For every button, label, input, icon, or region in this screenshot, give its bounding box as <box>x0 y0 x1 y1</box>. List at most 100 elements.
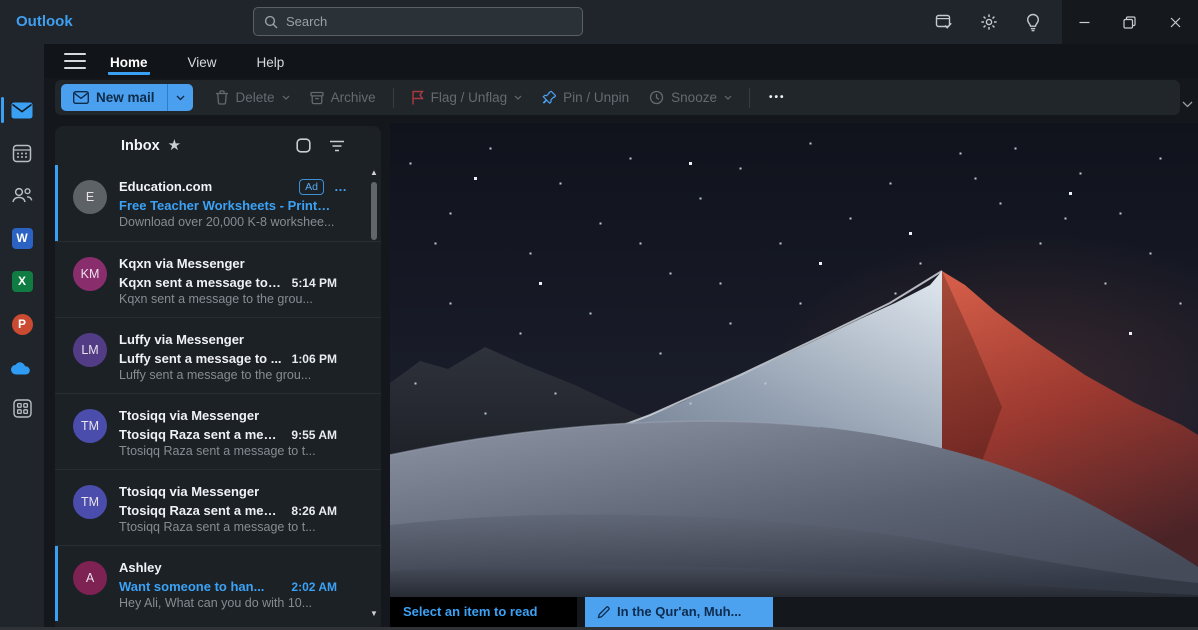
list-scrollbar[interactable]: ▲ ▼ <box>369 168 379 619</box>
mail-list-header: Inbox <box>55 126 381 165</box>
rail-item-mail[interactable] <box>0 92 44 128</box>
unread-indicator <box>55 546 58 621</box>
app-title[interactable]: Outlook <box>16 0 73 44</box>
archive-icon <box>310 91 324 105</box>
subject: Want someone to han... <box>119 579 264 594</box>
favorite-star-icon[interactable] <box>168 138 181 153</box>
reading-pane <box>390 123 1198 597</box>
minimized-draft-tab[interactable]: In the Qur'an, Muh... <box>585 597 773 627</box>
flag-label: Flag / Unflag <box>431 90 508 105</box>
rail-item-more-apps[interactable] <box>0 390 44 426</box>
minimize-button[interactable] <box>1062 0 1107 44</box>
folder-title: Inbox <box>121 138 160 154</box>
preview-text: Hey Ali, What can you do with 10... <box>119 596 371 615</box>
timestamp: 5:14 PM <box>282 276 337 290</box>
flag-button[interactable]: Flag / Unflag <box>403 84 531 111</box>
chevron-down-icon <box>176 95 185 101</box>
pin-icon <box>542 90 556 105</box>
minimize-icon <box>1079 17 1090 28</box>
menu-bar: Home View Help <box>44 44 1198 78</box>
tab-help[interactable]: Help <box>255 48 287 75</box>
subject: Ttosiqq Raza sent a mes... <box>119 503 281 518</box>
mail-list-panel: Inbox E Education.com Ad … Fr <box>55 126 381 627</box>
mail-item-ashley[interactable]: A Ashley Want someone to han... 2:02 AM … <box>55 545 381 621</box>
onedrive-icon <box>10 360 34 375</box>
avatar: A <box>73 561 107 595</box>
tab-home[interactable]: Home <box>108 48 150 75</box>
app-rail: W X P <box>0 44 44 630</box>
avatar: TM <box>73 409 107 443</box>
sender-name: Ashley <box>119 560 162 575</box>
collapse-ribbon-button[interactable] <box>1179 96 1195 112</box>
avatar: KM <box>73 257 107 291</box>
restore-button[interactable] <box>1107 0 1152 44</box>
flag-icon <box>411 90 424 105</box>
rail-item-onedrive[interactable] <box>0 349 44 385</box>
sender-name: Kqxn via Messenger <box>119 256 245 271</box>
search-placeholder: Search <box>286 14 327 29</box>
timestamp: 2:02 AM <box>281 580 337 594</box>
chevron-down-icon <box>282 95 290 100</box>
mail-item-luffy[interactable]: LM Luffy via Messenger Luffy sent a mess… <box>55 317 381 393</box>
rail-item-word[interactable]: W <box>0 220 44 256</box>
subject: Kqxn sent a message to ... <box>119 275 282 290</box>
chevron-down-icon <box>724 95 732 100</box>
filter-button[interactable] <box>329 140 345 152</box>
close-icon <box>1170 17 1181 28</box>
rail-item-powerpoint[interactable]: P <box>0 306 44 342</box>
snooze-button[interactable]: Snooze <box>641 84 740 111</box>
more-options-icon[interactable]: … <box>334 182 347 192</box>
new-mail-split-button[interactable] <box>167 84 193 111</box>
pin-button[interactable]: Pin / Unpin <box>534 84 637 111</box>
search-input[interactable]: Search <box>253 7 583 36</box>
calendar-icon <box>12 143 32 163</box>
outlook-window: Outlook Search <box>0 0 1198 630</box>
powerpoint-icon: P <box>12 314 33 335</box>
tab-view[interactable]: View <box>186 48 219 75</box>
my-day-button[interactable] <box>922 0 966 44</box>
search-icon <box>264 15 278 29</box>
timestamp: 9:55 AM <box>281 428 337 442</box>
avatar: LM <box>73 333 107 367</box>
preview-text: Luffy sent a message to the grou... <box>119 368 371 387</box>
mail-items: E Education.com Ad … Free Teacher Worksh… <box>55 165 381 621</box>
timestamp: 8:26 AM <box>281 504 337 518</box>
mail-item-ttosiqq-1[interactable]: TM Ttosiqq via Messenger Ttosiqq Raza se… <box>55 393 381 469</box>
rail-item-people[interactable] <box>0 177 44 213</box>
mail-item-ttosiqq-2[interactable]: TM Ttosiqq via Messenger Ttosiqq Raza se… <box>55 469 381 545</box>
mail-icon <box>11 102 33 119</box>
close-button[interactable] <box>1153 0 1198 44</box>
new-mail-envelope-icon <box>73 91 89 104</box>
avatar: TM <box>73 485 107 519</box>
people-icon <box>11 186 33 204</box>
reading-placeholder-tab[interactable]: Select an item to read <box>390 597 577 627</box>
mail-item-education[interactable]: E Education.com Ad … Free Teacher Worksh… <box>55 165 381 241</box>
pencil-icon <box>597 606 610 619</box>
select-messages-button[interactable] <box>296 138 311 153</box>
archive-button[interactable]: Archive <box>302 84 384 111</box>
new-mail-label: New mail <box>96 90 155 105</box>
new-mail-button[interactable]: New mail <box>61 84 193 111</box>
scroll-down-icon[interactable]: ▼ <box>369 609 379 619</box>
pin-label: Pin / Unpin <box>563 90 629 105</box>
mail-item-kqxn[interactable]: KM Kqxn via Messenger Kqxn sent a messag… <box>55 241 381 317</box>
excel-icon: X <box>12 271 33 292</box>
wallpaper-image <box>390 123 1198 597</box>
more-commands-button[interactable]: ••• <box>759 92 796 103</box>
lightbulb-icon <box>1025 13 1041 32</box>
timestamp: 1:06 PM <box>282 352 337 366</box>
rail-item-excel[interactable]: X <box>0 263 44 299</box>
hamburger-button[interactable] <box>64 53 86 69</box>
note-check-icon <box>935 13 954 31</box>
tips-button[interactable] <box>1011 0 1055 44</box>
starfield-bright <box>390 123 391 124</box>
rail-item-calendar[interactable] <box>0 135 44 171</box>
delete-label: Delete <box>236 90 275 105</box>
archive-label: Archive <box>331 90 376 105</box>
scroll-up-icon[interactable]: ▲ <box>369 168 379 178</box>
scrollbar-thumb[interactable] <box>371 182 377 240</box>
settings-button[interactable] <box>967 0 1011 44</box>
delete-button[interactable]: Delete <box>207 84 298 111</box>
draft-tab-label: In the Qur'an, Muh... <box>617 597 741 627</box>
clock-icon <box>649 90 664 105</box>
